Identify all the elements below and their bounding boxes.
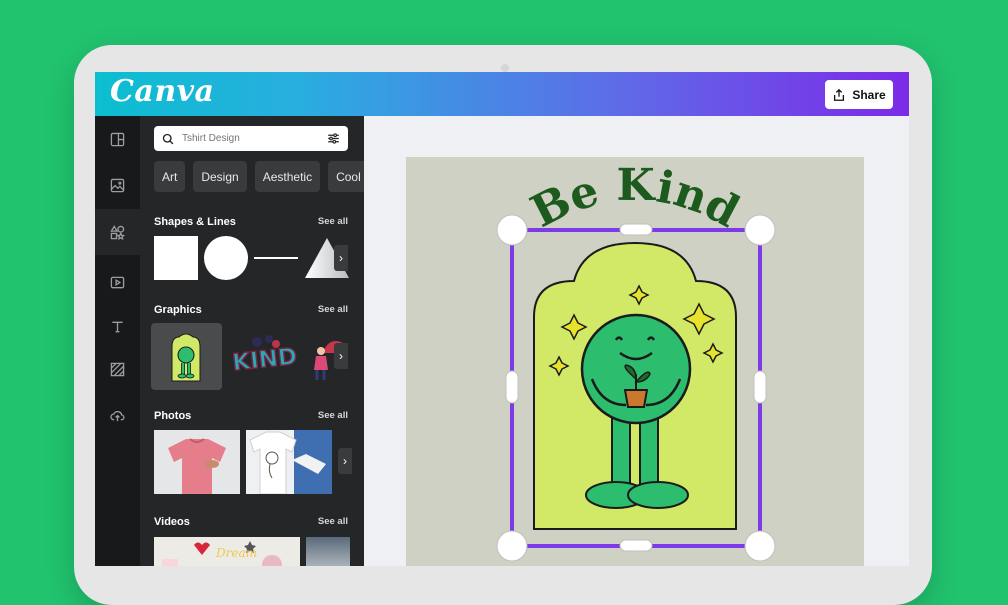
section-title-shapes: Shapes & Lines — [154, 216, 236, 228]
shapes-row: › — [154, 236, 364, 280]
suggestion-chips: Art Design Aesthetic Cool — [154, 161, 364, 193]
top-bar: Canva Share — [95, 72, 909, 116]
svg-text:Dream: Dream — [215, 546, 257, 560]
side-rail — [95, 116, 140, 566]
chevron-right-icon: › — [339, 251, 343, 265]
see-all-graphics[interactable]: See all — [318, 304, 348, 315]
photos-row: › — [154, 430, 364, 494]
be-kind-design: Be Kind — [496, 160, 776, 562]
design-page[interactable]: Be Kind — [406, 157, 864, 566]
line-shape[interactable] — [254, 257, 298, 259]
search-icon — [162, 133, 174, 144]
video-icon — [110, 276, 125, 288]
rail-background[interactable] — [95, 346, 140, 392]
background-icon — [110, 362, 125, 376]
photo-pink-tshirt[interactable] — [154, 430, 240, 494]
resize-handle-top-left[interactable] — [496, 214, 528, 246]
chip-art[interactable]: Art — [154, 161, 186, 192]
see-all-shapes[interactable]: See all — [318, 216, 348, 227]
rail-text[interactable] — [95, 303, 140, 349]
see-all-videos[interactable]: See all — [318, 516, 348, 527]
section-title-videos: Videos — [154, 516, 190, 528]
white-tshirt-photo — [249, 430, 332, 494]
kind-lettering-graphic[interactable]: KIND — [230, 323, 299, 390]
rail-elements[interactable] — [95, 209, 140, 255]
be-kind-thumb-icon — [171, 333, 201, 382]
graphics-row: KIND › — [151, 323, 364, 390]
photo-white-tshirt[interactable] — [246, 430, 332, 494]
search-input[interactable] — [180, 132, 327, 145]
chip-design[interactable]: Design — [193, 161, 247, 192]
see-all-photos[interactable]: See all — [318, 410, 348, 421]
tablet-camera — [501, 64, 509, 72]
app-window: Canva Share Tshirt Design Art Design Aes… — [95, 72, 909, 566]
rail-photos[interactable] — [95, 162, 140, 208]
rail-videos[interactable] — [95, 259, 140, 305]
search-box[interactable] — [154, 126, 348, 151]
resize-handle-left[interactable] — [505, 370, 519, 404]
elements-icon — [110, 224, 125, 240]
chip-aesthetic[interactable]: Aesthetic — [254, 161, 321, 192]
chip-cool[interactable]: Cool — [328, 161, 364, 192]
chevron-right-icon: › — [339, 349, 343, 363]
resize-handle-bottom-left[interactable] — [496, 530, 528, 562]
canvas-area: Be Kind — [364, 116, 909, 566]
video-thumbnail-1[interactable]: Dream — [154, 537, 300, 566]
upload-icon — [110, 410, 125, 421]
videos-row: Dream — [154, 537, 364, 566]
video-thumbnail-2[interactable] — [306, 537, 350, 566]
share-button[interactable]: Share — [825, 80, 893, 109]
canva-logo[interactable]: Canva — [110, 74, 215, 109]
section-title-photos: Photos — [154, 410, 192, 422]
resize-handle-top-right[interactable] — [744, 214, 776, 246]
graphics-next-button[interactable]: › — [334, 343, 348, 369]
chevron-right-icon: › — [343, 454, 347, 468]
section-title-graphics: Graphics — [154, 304, 202, 316]
photos-next-button[interactable]: › — [338, 448, 352, 474]
share-label: Share — [852, 87, 886, 102]
resize-handle-bottom[interactable] — [619, 539, 653, 552]
resize-handle-top[interactable] — [619, 223, 653, 236]
kind-thumb-icon: KIND — [230, 335, 299, 377]
share-icon — [834, 88, 845, 101]
be-kind-character-graphic[interactable] — [151, 323, 222, 390]
templates-icon — [110, 132, 125, 146]
pink-tshirt-photo — [168, 438, 226, 494]
shapes-next-button[interactable]: › — [334, 245, 348, 271]
rail-templates[interactable] — [95, 116, 140, 162]
elements-panel: Art Design Aesthetic Cool Shapes & Lines… — [140, 116, 364, 566]
resize-handle-right[interactable] — [753, 370, 767, 404]
circle-shape[interactable] — [204, 236, 248, 280]
rail-uploads[interactable] — [95, 392, 140, 438]
filter-icon[interactable] — [327, 132, 340, 145]
image-icon — [110, 178, 125, 192]
text-icon — [112, 321, 123, 332]
resize-handle-bottom-right[interactable] — [744, 530, 776, 562]
square-shape[interactable] — [154, 236, 198, 280]
stickers-video-thumb: Dream — [162, 541, 282, 566]
svg-text:KIND: KIND — [232, 344, 298, 377]
